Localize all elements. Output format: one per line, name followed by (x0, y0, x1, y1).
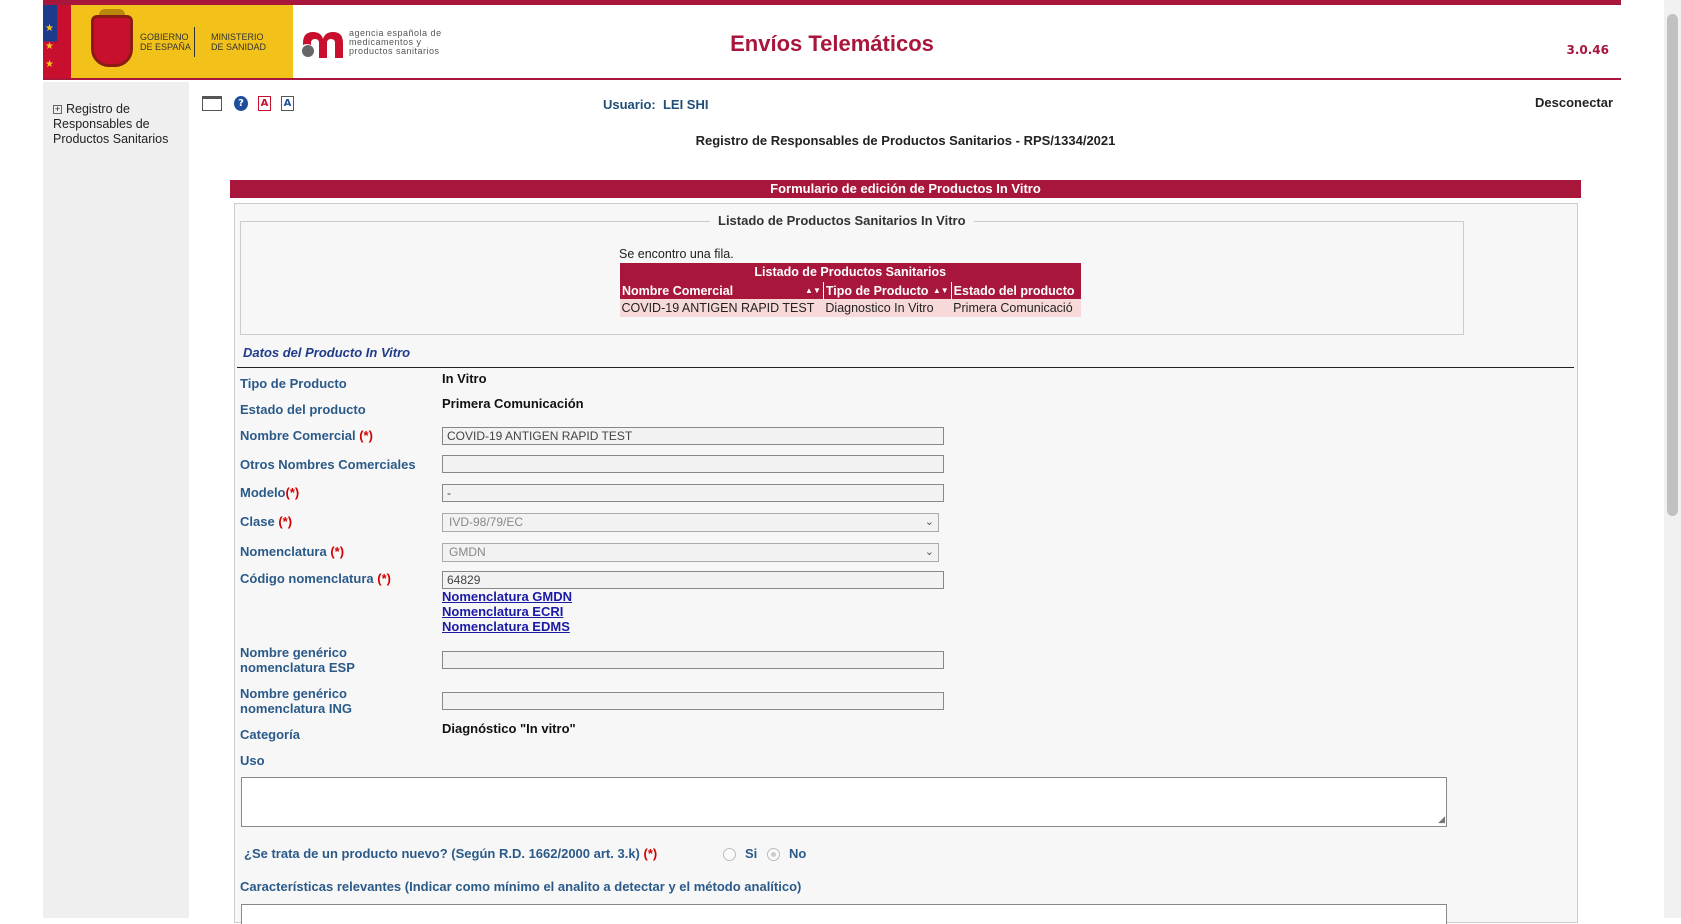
user-name: LEI SHI (662, 97, 709, 112)
otros-nombres-input[interactable] (442, 455, 944, 473)
form-title-bar: Formulario de edición de Productos In Vi… (230, 180, 1581, 198)
expand-icon[interactable]: + (53, 105, 62, 114)
estado-label: Estado del producto (240, 402, 366, 417)
section-title: Datos del Producto In Vitro (243, 345, 411, 360)
table-cell: Diagnostico In Vitro (823, 299, 952, 317)
table-caption: Listado de Productos Sanitarios (619, 263, 1081, 282)
version-label: 3.0.46 (1566, 43, 1609, 57)
column-header-tipo[interactable]: Tipo de Producto ▲▼ (822, 282, 952, 299)
column-header-estado[interactable]: Estado del producto (950, 282, 1081, 299)
listing-legend: Listado de Productos Sanitarios In Vitro (710, 213, 974, 228)
categoria-label: Categoría (240, 727, 300, 742)
radio-si[interactable] (723, 848, 736, 861)
pdf-icon[interactable]: A (258, 96, 271, 111)
user-info: Usuario: LEI SHI (603, 97, 708, 112)
row-count-text: Se encontro una fila. (619, 247, 734, 261)
generico-ing-label: Nombre genérico nomenclatura ING (240, 686, 352, 716)
sidebar-item-label: Registro de Responsables de Productos Sa… (53, 102, 169, 146)
link-nomenclatura-edms[interactable]: Nomenclatura EDMS (442, 619, 570, 634)
section-divider (237, 367, 1574, 368)
table-cell: Primera Comunicació (951, 299, 1081, 317)
text-size-icon[interactable]: A (281, 96, 294, 111)
help-icon[interactable]: ? (234, 96, 248, 111)
otros-label: Otros Nombres Comerciales (240, 457, 416, 472)
nombre-comercial-input[interactable]: COVID-19 ANTIGEN RAPID TEST (442, 427, 944, 445)
codigo-label: Código nomenclatura (*) (240, 571, 391, 586)
generico-ing-input[interactable] (442, 692, 944, 710)
codigo-nomenclatura-input[interactable]: 64829 (442, 571, 944, 589)
sort-icon[interactable]: ▲▼ (805, 286, 821, 295)
generico-esp-input[interactable] (442, 651, 944, 669)
caracteristicas-textarea[interactable] (241, 904, 1447, 924)
clase-label: Clase (*) (240, 514, 293, 529)
app-header: ★ ★ ★ GOBIERNO DE ESPAÑA MINISTERIO DE S… (43, 0, 1621, 80)
generico-esp-label: Nombre genérico nomenclatura ESP (240, 645, 355, 675)
user-label: Usuario: (603, 97, 656, 112)
tipo-value: In Vitro (442, 371, 487, 386)
nombre-label: Nombre Comercial (*) (240, 428, 373, 443)
chevron-down-icon: ⌄ (924, 516, 934, 528)
categoria-value: Diagnóstico "In vitro" (442, 721, 576, 736)
uso-label: Uso (240, 753, 265, 768)
estado-value: Primera Comunicación (442, 396, 584, 411)
clase-select[interactable]: IVD-98/79/EC ⌄ (442, 513, 939, 532)
modelo-label: Modelo(*) (240, 485, 300, 500)
nomenclatura-select[interactable]: GMDN ⌄ (442, 543, 939, 562)
app-title: Envíos Telemáticos (730, 31, 934, 56)
sidebar-item-registro[interactable]: + Registro de Responsables de Productos S… (53, 102, 183, 147)
column-header-nombre[interactable]: Nombre Comercial ▲▼ (619, 282, 824, 299)
sidebar: + Registro de Responsables de Productos S… (43, 82, 189, 918)
link-nomenclatura-ecri[interactable]: Nomenclatura ECRI (442, 604, 563, 619)
chevron-down-icon: ⌄ (924, 546, 934, 558)
table-cell: COVID-19 ANTIGEN RAPID TEST (619, 299, 824, 317)
link-nomenclatura-gmdn[interactable]: Nomenclatura GMDN (442, 589, 572, 604)
modelo-input[interactable]: - (442, 484, 944, 502)
table-row[interactable]: COVID-19 ANTIGEN RAPID TEST Diagnostico … (619, 299, 1081, 317)
resize-handle-icon[interactable]: ◢ (1438, 815, 1445, 825)
tipo-label: Tipo de Producto (240, 376, 347, 391)
sort-icon[interactable]: ▲▼ (933, 286, 949, 295)
page-scrollbar[interactable] (1664, 0, 1681, 918)
nuevo-question: ¿Se trata de un producto nuevo? (Según R… (244, 846, 658, 861)
page-subtitle: Registro de Responsables de Productos Sa… (695, 133, 1116, 148)
caracteristicas-label: Características relevantes (Indicar como… (240, 879, 802, 894)
window-icon[interactable] (202, 96, 222, 111)
radio-no[interactable] (767, 848, 780, 861)
scrollbar-thumb[interactable] (1667, 14, 1678, 516)
products-table: Listado de Productos Sanitarios Nombre C… (619, 263, 1081, 317)
nomenclatura-label: Nomenclatura (*) (240, 544, 345, 559)
logout-link[interactable]: Desconectar (1535, 95, 1613, 110)
radio-no-label[interactable]: No (789, 846, 806, 861)
radio-si-label[interactable]: Si (745, 846, 757, 861)
uso-textarea[interactable]: ◢ (241, 777, 1447, 827)
